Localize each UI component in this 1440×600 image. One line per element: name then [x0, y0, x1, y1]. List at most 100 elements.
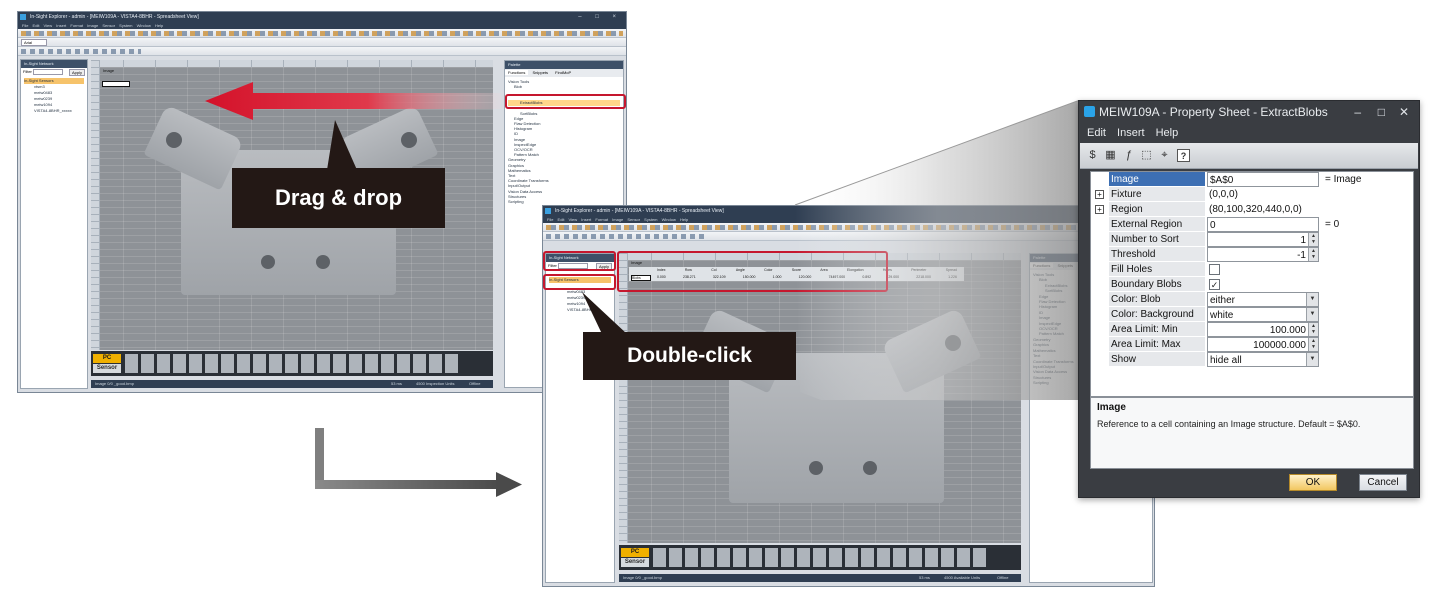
status-mode: Offline — [997, 575, 1009, 580]
fill-holes-checkbox[interactable] — [1209, 264, 1220, 275]
sensor-button[interactable]: Sensor — [93, 364, 121, 373]
help-description: Reference to a cell containing an Image … — [1097, 419, 1361, 429]
spin-value[interactable]: 100000.000 — [1253, 340, 1306, 351]
property-row-region: + Region (80,100,320,440,0,0) — [1091, 202, 1413, 217]
property-sheet-menubar: Edit Insert Help — [1079, 123, 1419, 143]
spinner-icon[interactable]: ▲ ▼ — [1308, 323, 1318, 336]
expand-icon[interactable]: + — [1095, 205, 1104, 214]
palette-title: Palette — [505, 61, 623, 69]
drag-drop-callout: Drag & drop — [232, 168, 445, 228]
property-sheet-dialog: MEIW109A - Property Sheet - ExtractBlobs… — [1078, 100, 1420, 498]
property-grid: Image $A$0 = Image + Fixture (0,0,0) + R… — [1090, 171, 1414, 397]
window1-menubar[interactable]: File Edit View Insert Format Image Senso… — [18, 22, 626, 29]
help-title: Image — [1097, 402, 1126, 413]
maximize-icon[interactable]: □ — [1378, 101, 1385, 123]
property-row-boundary-blobs: Boundary Blobs ✓ — [1091, 277, 1413, 292]
property-row-fill-holes: Fill Holes — [1091, 262, 1413, 277]
grid-icon[interactable]: ▦ — [1104, 149, 1117, 162]
tab-functions[interactable]: Functions — [505, 70, 529, 75]
property-value[interactable]: (0,0,0) — [1207, 187, 1319, 202]
tree-item[interactable]: VISTA4-8BHR_xxxxx — [24, 108, 84, 114]
menu-edit[interactable]: Edit — [1087, 127, 1106, 139]
insight-network-panel: In-Sight Network Filter Apply In-Sight S… — [20, 59, 88, 389]
window-controls-icon[interactable]: – □ × — [578, 12, 622, 22]
sensor-button[interactable]: Sensor — [621, 558, 649, 567]
combo-value[interactable]: white — [1210, 310, 1233, 321]
status-units: 4500 Inspection Units — [416, 381, 455, 386]
status-units: 4500 Available Units — [944, 575, 981, 580]
property-row-show: Show hide all ▼ — [1091, 352, 1413, 367]
zoom-projection — [794, 100, 1080, 400]
close-icon[interactable]: ✕ — [1399, 101, 1409, 123]
app-icon — [545, 208, 551, 214]
property-row-area-max: Area Limit: Max 100000.000 ▲ ▼ — [1091, 337, 1413, 352]
property-result: = 0 — [1325, 219, 1340, 230]
tab-findmop[interactable]: FindMoP — [552, 70, 574, 75]
region-icon[interactable]: ⬚ — [1140, 149, 1153, 162]
highlight-network-panel — [543, 251, 616, 271]
menu-insert[interactable]: Insert — [1117, 127, 1145, 139]
selected-cell[interactable] — [102, 81, 130, 87]
flow-arrow-icon — [315, 428, 522, 497]
hole — [863, 461, 877, 475]
tab-snippets[interactable]: Snippets — [529, 70, 551, 75]
filmstrip-1[interactable]: PC Sensor — [91, 351, 493, 376]
spin-value[interactable]: 1 — [1300, 235, 1306, 246]
row-headers — [91, 60, 100, 350]
boundary-blobs-checkbox[interactable]: ✓ — [1209, 279, 1220, 290]
apply-button[interactable]: Apply — [68, 69, 85, 76]
func-item[interactable]: Scripting — [508, 199, 620, 204]
property-row-color-blob: Color: Blob either ▼ — [1091, 292, 1413, 307]
filter-input[interactable] — [33, 69, 63, 75]
window1-toolbar-3[interactable] — [18, 47, 626, 56]
property-help-panel: Image Reference to a cell containing an … — [1090, 397, 1414, 469]
hole — [809, 461, 823, 475]
status-text: Image 0/0 _good.bmp — [623, 575, 662, 580]
spinner-icon[interactable]: ▲ ▼ — [1308, 233, 1318, 246]
window1-format-toolbar[interactable]: Arial — [18, 38, 626, 47]
property-value[interactable]: (80,100,320,440,0,0) — [1207, 202, 1319, 217]
property-label: Fixture — [1109, 187, 1205, 202]
function-icon[interactable]: ƒ — [1122, 149, 1135, 162]
property-value-input[interactable]: 0 — [1207, 217, 1319, 232]
font-select[interactable]: Arial — [21, 39, 48, 46]
minimize-icon[interactable]: – — [1354, 101, 1361, 123]
help-icon[interactable]: ? — [1177, 149, 1190, 162]
combo-value[interactable]: either — [1210, 295, 1235, 306]
expand-icon[interactable]: + — [1095, 190, 1104, 199]
property-label: Fill Holes — [1109, 262, 1205, 277]
ok-button[interactable]: OK — [1289, 474, 1337, 491]
film-thumbnails[interactable] — [653, 548, 989, 567]
dropdown-arrow-icon[interactable]: ▼ — [1306, 293, 1318, 306]
cell-a0-label: Image — [103, 68, 115, 73]
property-value-input[interactable]: $A$0 — [1207, 172, 1319, 187]
status-time: 53 ms — [391, 381, 402, 386]
spin-value[interactable]: -1 — [1297, 250, 1306, 261]
filmstrip-2[interactable]: PC Sensor — [619, 545, 1021, 570]
spinner-icon[interactable]: ▲ ▼ — [1308, 338, 1318, 351]
statusbar-2: Image 0/0 _good.bmp 53 ms 4500 Available… — [619, 574, 1021, 582]
filter-label: Filter — [23, 69, 32, 74]
property-label: Image — [1109, 172, 1205, 187]
point-icon[interactable]: ⌖ — [1158, 149, 1171, 162]
cell-reference-icon[interactable]: $ — [1086, 149, 1099, 162]
hole — [401, 132, 417, 148]
highlight-sensor-item — [543, 274, 616, 290]
column-headers — [91, 60, 493, 67]
cancel-button[interactable]: Cancel — [1359, 474, 1407, 491]
film-thumbnails[interactable] — [125, 354, 461, 373]
spin-value[interactable]: 100.000 — [1270, 325, 1306, 336]
spinner-icon[interactable]: ▲ ▼ — [1308, 248, 1318, 261]
menu-help[interactable]: Help — [1156, 127, 1179, 139]
pc-button[interactable]: PC — [621, 548, 649, 557]
property-row-threshold: Threshold -1 ▲ ▼ — [1091, 247, 1413, 262]
dropdown-arrow-icon[interactable]: ▼ — [1306, 308, 1318, 321]
window1-toolbar[interactable] — [18, 29, 626, 38]
status-time: 53 ms — [919, 575, 930, 580]
property-label: Color: Background — [1109, 307, 1205, 322]
dropdown-arrow-icon[interactable]: ▼ — [1306, 353, 1318, 366]
pc-button[interactable]: PC — [93, 354, 121, 363]
property-row-image: Image $A$0 = Image — [1091, 172, 1413, 187]
highlight-extractblobs — [505, 94, 626, 109]
combo-value[interactable]: hide all — [1210, 355, 1242, 366]
